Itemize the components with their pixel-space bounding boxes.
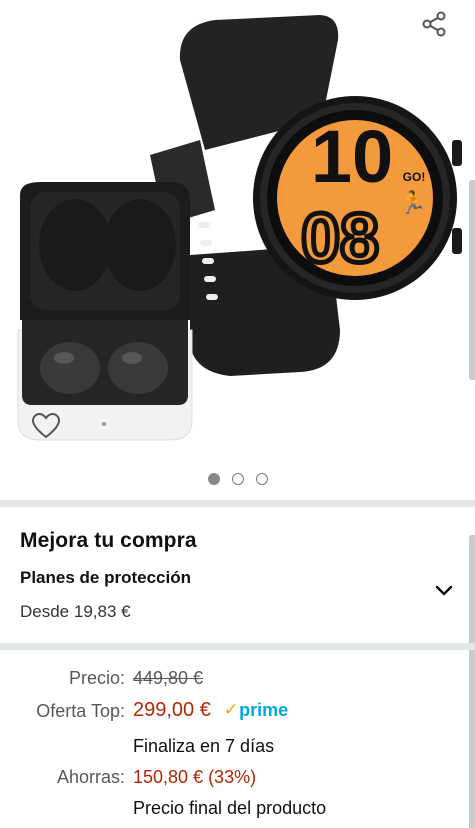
savings-row: Ahorras: 150,80 € (33%): [0, 767, 475, 797]
prime-badge[interactable]: ✓ prime: [224, 700, 288, 721]
product-gallery[interactable]: 10 08 GO! 🏃: [0, 0, 475, 500]
deal-ends-row: Finaliza en 7 días: [0, 736, 475, 766]
deal-ends-text: Finaliza en 7 días: [133, 736, 275, 756]
image-pagination[interactable]: [0, 473, 475, 485]
pricing-section: Precio: 449,80 € Oferta Top: 299,00 € ✓ …: [0, 650, 475, 828]
prime-check-icon: ✓: [223, 700, 239, 719]
gallery-scrollbar[interactable]: [469, 180, 475, 380]
svg-text:GO!: GO!: [403, 170, 426, 184]
pagination-dot[interactable]: [207, 473, 220, 485]
wishlist-button[interactable]: [26, 406, 66, 446]
svg-text:🏃: 🏃: [399, 190, 426, 216]
section-divider: [0, 643, 475, 650]
protection-plans-price: Desde 19,83 €: [20, 602, 131, 621]
share-icon: [422, 11, 446, 37]
savings-label: Ahorras:: [56, 767, 125, 787]
list-price-label: Precio:: [68, 668, 125, 688]
heart-icon: [31, 412, 61, 439]
product-image[interactable]: 10 08 GO! 🏃: [0, 0, 475, 470]
section-divider: [0, 500, 475, 507]
savings-value: 150,80 € (33%): [133, 767, 257, 787]
deal-price-group: 299,00 € ✓ prime: [133, 699, 288, 722]
deal-price-value: 299,00 €: [133, 699, 211, 721]
deal-price-label: Oferta Top:: [36, 701, 125, 721]
chevron-down-icon[interactable]: [432, 579, 456, 603]
svg-text:10: 10: [311, 115, 393, 198]
share-button[interactable]: [414, 6, 454, 42]
final-price-note-row: Precio final del producto: [0, 798, 475, 828]
svg-text:08: 08: [301, 199, 379, 277]
deal-price-row: Oferta Top: 299,00 € ✓ prime: [0, 699, 475, 729]
final-price-note: Precio final del producto: [133, 798, 327, 818]
upgrade-section: Mejora tu compra Planes de protección De…: [0, 507, 475, 828]
list-price-value: 449,80 €: [133, 668, 204, 688]
protection-plans-title[interactable]: Planes de protección: [20, 568, 191, 588]
pagination-dot[interactable]: [255, 473, 268, 485]
pagination-dot[interactable]: [231, 473, 244, 485]
list-price-row: Precio: 449,80 €: [0, 668, 475, 698]
prime-text: prime: [239, 699, 289, 720]
upgrade-title: Mejora tu compra: [20, 529, 197, 552]
